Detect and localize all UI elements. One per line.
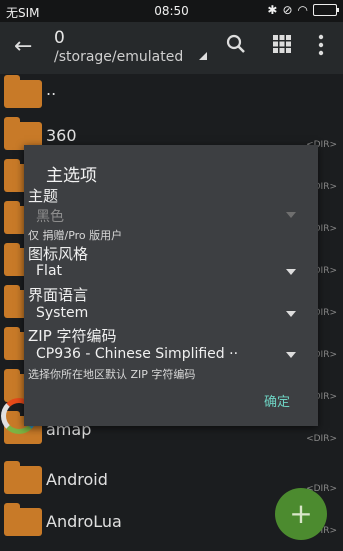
dialog-title: 主选项	[46, 166, 97, 186]
zip-encoding-value: CP936 - Chinese Simplified ··	[36, 346, 239, 362]
file-name: Android	[46, 470, 108, 489]
list-item[interactable]: ..	[0, 74, 343, 116]
selection-count: 0	[54, 28, 65, 48]
bluetooth-icon: ✱	[267, 3, 278, 17]
wifi-icon: ◠	[297, 3, 308, 17]
back-arrow-icon[interactable]: ←	[14, 34, 32, 59]
file-name: ..	[46, 80, 57, 99]
toolbar: ← 0 /storage/emulated	[0, 22, 343, 74]
current-path[interactable]: /storage/emulated	[54, 49, 183, 65]
icon-style-value: Flat	[36, 263, 63, 279]
battery-icon	[313, 4, 339, 16]
android-folder-icon	[4, 461, 42, 494]
zip-encoding-select[interactable]: CP936 - Chinese Simplified ··	[34, 345, 298, 365]
language-select[interactable]: System	[34, 304, 298, 324]
ok-button[interactable]: 确定	[264, 391, 290, 410]
language-label: 界面语言	[28, 286, 89, 304]
theme-select: 黑色	[34, 205, 298, 225]
theme-label: 主题	[28, 187, 59, 205]
status-bar: 无SIM 08:50 ✱ ⊘ ◠	[0, 0, 343, 22]
theme-value: 黑色	[36, 209, 64, 225]
search-icon[interactable]	[226, 34, 246, 58]
settings-dialog: 主选项 主题 黑色 仅 捐赠/Pro 版用户 图标风格 Flat 界面语言 Sy…	[24, 145, 318, 426]
zip-encoding-hint: 选择你所在地区默认 ZIP 字符编码	[28, 368, 196, 381]
language-value: System	[36, 305, 89, 321]
zip-encoding-label: ZIP 字符编码	[28, 327, 117, 345]
dir-tag: <DIR>	[306, 434, 337, 444]
mute-icon: ⊘	[282, 3, 293, 17]
dropdown-caret-icon	[286, 311, 296, 317]
folder-icon	[4, 503, 42, 536]
file-name: 360	[46, 126, 77, 145]
dropdown-caret-icon	[286, 212, 296, 218]
dropdown-caret-icon	[286, 352, 296, 358]
icon-style-label: 图标风格	[28, 245, 89, 263]
overflow-menu-icon[interactable]	[316, 34, 326, 60]
path-dropdown-icon[interactable]	[199, 52, 207, 60]
add-button[interactable]: +	[275, 488, 327, 540]
theme-hint: 仅 捐赠/Pro 版用户	[28, 229, 123, 242]
dropdown-caret-icon	[286, 269, 296, 275]
icon-style-select[interactable]: Flat	[34, 262, 298, 282]
parent-folder-icon	[4, 75, 42, 108]
file-name: AndroLua	[46, 512, 122, 531]
grid-view-icon[interactable]	[272, 34, 292, 58]
